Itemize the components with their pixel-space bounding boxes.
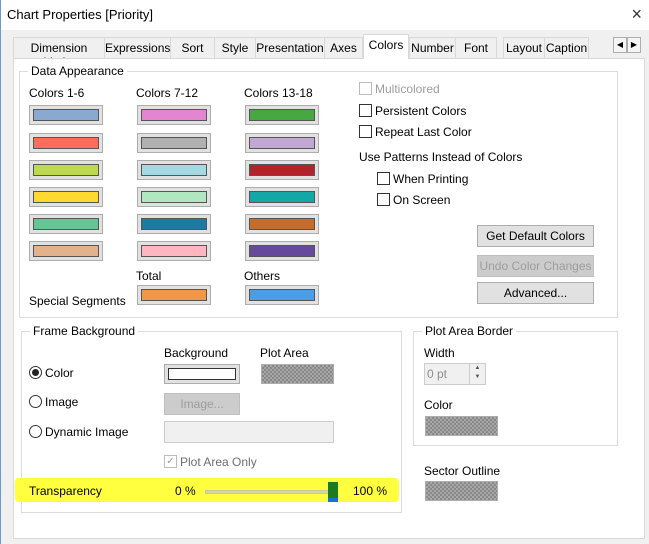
color-radio[interactable] (29, 366, 42, 379)
spinner-arrows-icon[interactable]: ▲ ▼ (469, 364, 485, 384)
dynamic-image-radio-label: Dynamic Image (45, 425, 129, 439)
undo-color-changes-button[interactable]: Undo Color Changes (477, 255, 594, 277)
transparency-slider-track[interactable] (205, 490, 335, 494)
total-color-swatch[interactable] (137, 285, 211, 305)
image-button[interactable]: Image... (164, 393, 240, 415)
background-color-swatch[interactable] (164, 364, 240, 384)
tab-presentation[interactable]: Presentation (255, 37, 325, 58)
dynamic-image-radio[interactable] (29, 425, 42, 438)
use-patterns-label: Use Patterns Instead of Colors (359, 150, 523, 164)
colors-7-12-label: Colors 7-12 (136, 86, 199, 100)
title-bar: Chart Properties [Priority] × (1, 0, 649, 30)
color-swatch-17[interactable] (245, 214, 319, 234)
colors-1-6-label: Colors 1-6 (29, 86, 85, 100)
repeat-last-color-checkbox[interactable] (359, 125, 372, 138)
color-swatch-14[interactable] (245, 133, 319, 153)
get-default-colors-button[interactable]: Get Default Colors (477, 225, 594, 247)
tab-number[interactable]: Number (409, 37, 456, 58)
data-appearance-legend: Data Appearance (28, 64, 127, 78)
tab-scroll-left-icon[interactable]: ◀ (613, 37, 627, 53)
transparency-min-label: 0 % (175, 484, 196, 498)
dynamic-image-input[interactable] (164, 421, 334, 443)
color-swatch-11[interactable] (137, 214, 211, 234)
color-swatch-15[interactable] (245, 160, 319, 180)
special-segments-label: Special Segments (29, 294, 126, 308)
background-label: Background (164, 346, 229, 360)
tab-caption[interactable]: Caption (544, 37, 589, 58)
frame-background-legend: Frame Background (30, 324, 139, 338)
tab-dimension-limits[interactable]: Dimension Limits (13, 37, 105, 69)
transparency-label: Transparency (29, 484, 102, 498)
image-radio[interactable] (29, 395, 42, 408)
total-label: Total (136, 269, 162, 283)
tab-layout[interactable]: Layout (503, 37, 545, 58)
width-value: 0 pt (427, 367, 448, 381)
color-swatch-1[interactable] (29, 105, 103, 125)
tab-colors[interactable]: Colors (363, 34, 409, 59)
color-swatch-6[interactable] (29, 241, 103, 261)
color-swatch-18[interactable] (245, 241, 319, 261)
plot-area-only-checkbox[interactable]: ✓ (164, 455, 177, 468)
sector-outline-swatch[interactable] (425, 481, 498, 501)
color-swatch-2[interactable] (29, 133, 103, 153)
tab-font[interactable]: Font (455, 37, 497, 58)
others-label: Others (244, 269, 281, 283)
color-swatch-10[interactable] (137, 187, 211, 207)
multicolored-checkbox[interactable] (359, 82, 372, 95)
color-swatch-9[interactable] (137, 160, 211, 180)
width-label: Width (424, 346, 455, 360)
color-swatch-7[interactable] (137, 105, 211, 125)
color-swatch-3[interactable] (29, 160, 103, 180)
colors-13-18-label: Colors 13-18 (244, 86, 313, 100)
transparency-slider-thumb[interactable] (328, 482, 338, 502)
sector-outline-label: Sector Outline (424, 464, 501, 478)
dialog-window: Chart Properties [Priority] × Dimension … (0, 0, 649, 544)
color-swatch-13[interactable] (245, 105, 319, 125)
repeat-last-color-label: Repeat Last Color (375, 125, 472, 139)
tab-scroll-right-icon[interactable]: ▶ (627, 37, 641, 53)
advanced-button[interactable]: Advanced... (477, 282, 594, 304)
multicolored-label: Multicolored (375, 82, 440, 96)
border-color-label: Color (424, 398, 453, 412)
persistent-colors-checkbox[interactable] (359, 104, 372, 117)
color-swatch-16[interactable] (245, 187, 319, 207)
image-radio-label: Image (45, 395, 79, 409)
close-icon[interactable]: × (631, 4, 642, 25)
color-swatch-8[interactable] (137, 133, 211, 153)
when-printing-checkbox[interactable] (377, 172, 390, 185)
plot-area-only-label: Plot Area Only (180, 455, 257, 469)
on-screen-label: On Screen (393, 193, 451, 207)
tab-style[interactable]: Style (214, 37, 256, 58)
color-swatch-5[interactable] (29, 214, 103, 234)
color-swatch-4[interactable] (29, 187, 103, 207)
transparency-max-label: 100 % (353, 484, 388, 498)
persistent-colors-label: Persistent Colors (375, 104, 467, 118)
color-radio-label: Color (45, 366, 74, 380)
on-screen-checkbox[interactable] (377, 193, 390, 206)
plot-area-color-swatch[interactable] (261, 364, 334, 384)
tab-axes[interactable]: Axes (324, 37, 363, 58)
others-color-swatch[interactable] (245, 285, 319, 305)
when-printing-label: When Printing (393, 172, 469, 186)
color-swatch-12[interactable] (137, 241, 211, 261)
window-title: Chart Properties [Priority] (7, 7, 153, 22)
plot-area-border-legend: Plot Area Border (422, 324, 517, 338)
border-color-swatch[interactable] (425, 416, 498, 436)
width-spinner[interactable]: 0 pt ▲ ▼ (424, 363, 486, 385)
tab-sort[interactable]: Sort (170, 37, 215, 58)
tab-expressions[interactable]: Expressions (104, 37, 171, 58)
plot-area-label: Plot Area (260, 346, 309, 360)
